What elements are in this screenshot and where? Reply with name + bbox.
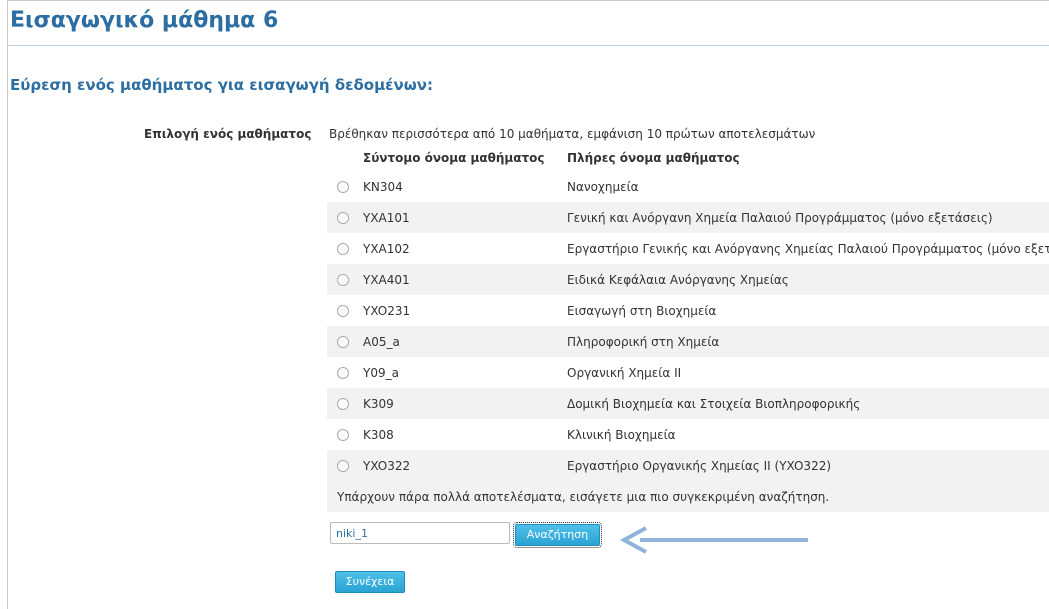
course-code: YXO231 bbox=[363, 304, 411, 318]
course-results-table: Σύντομο όνομα μαθήματος Πλήρες όνομα μαθ… bbox=[327, 146, 1049, 512]
course-code: YXO322 bbox=[363, 459, 411, 473]
course-code: YXA102 bbox=[363, 242, 410, 256]
course-name: Γενική και Ανόργανη Χημεία Παλαιού Προγρ… bbox=[567, 211, 993, 225]
course-radio[interactable] bbox=[337, 181, 349, 193]
course-name: Νανοχημεία bbox=[567, 180, 639, 194]
course-row[interactable]: YXA401 Ειδικά Κεφάλαια Ανόργανης Χημείας bbox=[327, 264, 1049, 295]
course-name: Ειδικά Κεφάλαια Ανόργανης Χημείας bbox=[567, 273, 789, 287]
course-row[interactable]: K308 Κλινική Βιοχημεία bbox=[327, 419, 1049, 450]
course-radio[interactable] bbox=[337, 243, 349, 255]
course-code: Y09_a bbox=[363, 366, 399, 380]
column-header-short-name: Σύντομο όνομα μαθήματος bbox=[363, 151, 545, 165]
course-radio[interactable] bbox=[337, 274, 349, 286]
column-header-full-name: Πλήρες όνομα μαθήματος bbox=[567, 151, 740, 165]
course-code: KN304 bbox=[363, 180, 403, 194]
course-radio[interactable] bbox=[337, 336, 349, 348]
course-name: Οργανική Χημεία II bbox=[567, 366, 682, 380]
course-radio[interactable] bbox=[337, 212, 349, 224]
course-select-label: Επιλογή ενός μαθήματος bbox=[144, 127, 312, 141]
course-radio[interactable] bbox=[337, 460, 349, 472]
course-name: Εργαστήριο Γενικής και Ανόργανης Χημείας… bbox=[567, 242, 1049, 256]
course-radio[interactable] bbox=[337, 305, 349, 317]
course-code: YXA101 bbox=[363, 211, 410, 225]
course-name: Κλινική Βιοχημεία bbox=[567, 428, 676, 442]
results-info-text: Βρέθηκαν περισσότερα από 10 μαθήματα, εμ… bbox=[329, 127, 816, 141]
course-name: Εισαγωγή στη Βιοχημεία bbox=[567, 304, 717, 318]
section-subtitle: Εύρεση ενός μαθήματος για εισαγωγή δεδομ… bbox=[10, 76, 433, 94]
course-row[interactable]: YXA101 Γενική και Ανόργανη Χημεία Παλαιού… bbox=[327, 202, 1049, 233]
course-row[interactable]: YXO231 Εισαγωγή στη Βιοχημεία bbox=[327, 295, 1049, 326]
results-header: Σύντομο όνομα μαθήματος Πλήρες όνομα μαθ… bbox=[327, 146, 1049, 171]
course-row[interactable]: KN304 Νανοχημεία bbox=[327, 171, 1049, 202]
course-row[interactable]: A05_a Πληροφορική στη Χημεία bbox=[327, 326, 1049, 357]
course-row[interactable]: YXA102 Εργαστήριο Γενικής και Ανόργανης Χ… bbox=[327, 233, 1049, 264]
course-radio[interactable] bbox=[337, 367, 349, 379]
search-input[interactable] bbox=[330, 522, 510, 544]
course-name: Εργαστήριο Οργανικής Χημείας II (YXO322) bbox=[567, 459, 832, 473]
course-radio[interactable] bbox=[337, 429, 349, 441]
course-radio[interactable] bbox=[337, 398, 349, 410]
course-code: K308 bbox=[363, 428, 394, 442]
continue-button[interactable]: Συνέχεια bbox=[335, 571, 405, 593]
arrow-left-icon bbox=[619, 526, 808, 554]
course-row[interactable]: K309 Δομική Βιοχημεία και Στοιχεία Βιοπλη… bbox=[327, 388, 1049, 419]
course-row[interactable]: YXO322 Εργαστήριο Οργανικής Χημείας II (Y… bbox=[327, 450, 1049, 481]
search-button[interactable]: Αναζήτηση bbox=[513, 522, 602, 548]
title-divider bbox=[8, 45, 1049, 46]
course-code: YXA401 bbox=[363, 273, 410, 287]
page-title: Εισαγωγικό μάθημα 6 bbox=[10, 8, 279, 33]
course-name: Πληροφορική στη Χημεία bbox=[567, 335, 720, 349]
too-many-results-text: Υπάρχουν πάρα πολλά αποτελέσματα, εισάγε… bbox=[337, 490, 830, 504]
course-row[interactable]: Y09_a Οργανική Χημεία II bbox=[327, 357, 1049, 388]
too-many-results-row: Υπάρχουν πάρα πολλά αποτελέσματα, εισάγε… bbox=[327, 481, 1049, 512]
course-code: A05_a bbox=[363, 335, 400, 349]
course-code: K309 bbox=[363, 397, 394, 411]
course-name: Δομική Βιοχημεία και Στοιχεία Βιοπληροφο… bbox=[567, 397, 861, 411]
